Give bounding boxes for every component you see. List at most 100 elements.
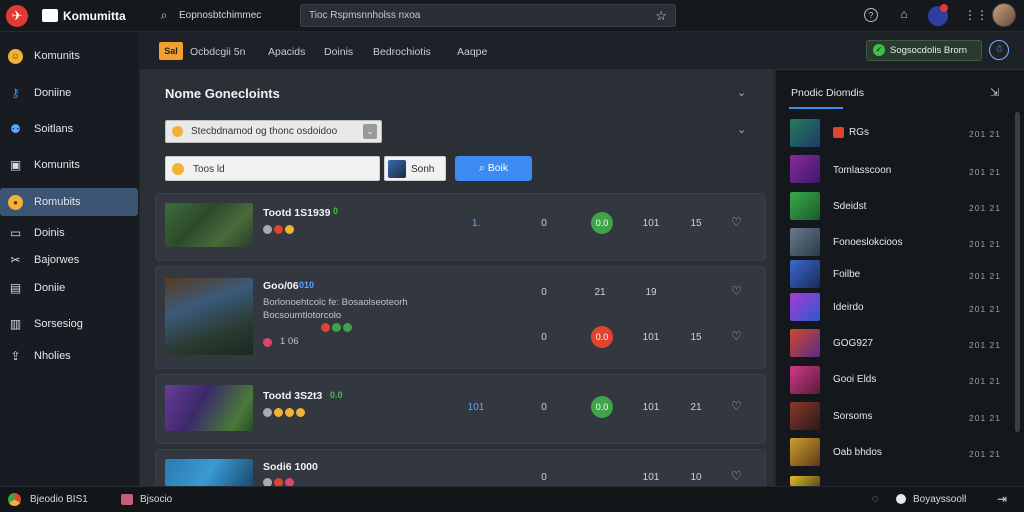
item-thumbnail <box>790 366 820 394</box>
star-icon[interactable]: ☆ <box>655 8 667 24</box>
user-circle-icon[interactable]: ☃ <box>989 40 1009 60</box>
search-icon[interactable]: ⌕ <box>157 8 171 22</box>
list-item-label[interactable]: Tomlasscoon <box>833 165 891 176</box>
search-button-label: Boik <box>487 162 509 174</box>
flag-icon <box>121 494 133 505</box>
user-avatar[interactable] <box>992 3 1016 27</box>
list-item-label[interactable]: Fonoeslokcioos <box>833 237 902 248</box>
list-item-label[interactable]: Foilbe <box>833 269 860 280</box>
name-value: Toos ld <box>193 164 225 175</box>
heart-icon[interactable]: ♡ <box>731 469 742 483</box>
tab-0[interactable]: Ocbdcgii 5n <box>190 46 245 58</box>
smile-icon: ☺ <box>8 49 23 64</box>
sidebar-item-6[interactable]: ✂ Bajorwes <box>0 246 138 274</box>
left-sidebar: ☺ Komunits ⚷ Doniine ⚉ Soitlans ▣ Komuni… <box>0 32 140 486</box>
heart-icon[interactable]: ♡ <box>731 215 742 229</box>
sidebar-item-9[interactable]: ⇪ Nholies <box>0 342 138 370</box>
sidebar-item-label: Komunits <box>34 159 80 171</box>
sidebar-item-4[interactable]: ● Romubits <box>0 188 138 216</box>
row-subtitle: Borlonoehtcolc fe: Bosaolseoteorh <box>263 297 408 308</box>
status-pill: 0.0 <box>591 396 613 418</box>
image-icon: ▤ <box>9 281 22 295</box>
tools-icon: ✂ <box>10 253 21 267</box>
profile-chip-label: Sonh <box>411 164 435 175</box>
monitor-icon: ▣ <box>9 158 22 172</box>
list-item-meta: 201 21 <box>969 340 1001 350</box>
list-item-meta: 201 21 <box>969 129 1001 139</box>
heart-icon[interactable]: ♡ <box>731 284 742 298</box>
reaction-icons <box>263 223 296 235</box>
row-col1: 1. <box>471 218 481 229</box>
book-icon: ▥ <box>9 317 22 331</box>
list-item-label[interactable]: Gooi Elds <box>833 374 876 385</box>
sidebar-item-label: Doniine <box>34 87 72 99</box>
tab-underline <box>789 107 843 109</box>
tab-4[interactable]: Aaqpe <box>457 46 487 58</box>
grid-icon[interactable]: ⋮⋮ <box>964 8 988 22</box>
list-item-label[interactable]: GOG927 <box>833 338 873 349</box>
sidebar-item-2[interactable]: ⚉ Soitlans <box>0 115 138 143</box>
section-chip[interactable]: Sal <box>159 42 183 60</box>
chevron-down-icon[interactable]: ⌄ <box>737 86 746 99</box>
tab-2[interactable]: Doinis <box>324 46 353 58</box>
sidebar-item-label: Komunits <box>34 50 80 62</box>
chevron-right-icon[interactable]: ⇥ <box>997 492 1007 506</box>
status-right: Boyayssooll <box>913 494 967 505</box>
sidebar-item-label: Romubits <box>34 196 81 208</box>
search-button[interactable]: ⌕ Boik <box>455 156 532 181</box>
sidebar-item-3[interactable]: ▣ Komunits <box>0 151 138 179</box>
sidebar-item-label: Doinis <box>34 227 65 239</box>
help-icon[interactable]: ? <box>864 8 878 22</box>
help-icon[interactable]: ◌ <box>872 493 879 505</box>
game-thumbnail <box>165 459 253 486</box>
list-item-label[interactable]: Sorsoms <box>833 411 872 422</box>
search-input[interactable]: Tioc Rspmsnnholss nxoa ☆ <box>300 4 676 27</box>
item-thumbnail <box>790 293 820 321</box>
list-item-label[interactable]: Oab bhdos <box>833 447 882 458</box>
list-item-label[interactable]: RGs <box>849 127 869 138</box>
app-logo-icon[interactable]: ✈ <box>6 5 28 27</box>
list-item-label[interactable]: Sdeidst <box>833 201 866 212</box>
list-item-label[interactable]: Ideirdo <box>833 302 864 313</box>
home-icon[interactable]: ⌂ <box>897 7 911 21</box>
tab-1[interactable]: Apacids <box>268 46 305 58</box>
sidebar-item-label: Sorsesiog <box>34 318 83 330</box>
row-badge: 0 <box>333 206 339 216</box>
row-badge: 010 <box>299 280 315 290</box>
chevron-down-icon[interactable]: ⌄ <box>737 123 746 136</box>
expand-icon[interactable]: ⇲ <box>990 86 999 99</box>
action-button[interactable]: ✓ Sogsocdolis Brorn <box>866 40 982 61</box>
item-thumbnail <box>790 228 820 256</box>
reaction-icons <box>263 336 274 348</box>
tab-right-panel[interactable]: Pnodic Diomdis <box>791 87 864 99</box>
chat-icon: ▭ <box>9 226 22 240</box>
heart-icon[interactable]: ♡ <box>731 399 742 413</box>
sidebar-item-0[interactable]: ☺ Komunits <box>0 42 138 70</box>
filter-select[interactable]: Stecbdnamod og thonc osdoidoo ⌄ <box>165 120 382 143</box>
game-thumbnail <box>165 278 253 355</box>
sidebar-item-8[interactable]: ▥ Sorsesiog <box>0 310 138 338</box>
scrollbar[interactable] <box>1015 112 1020 432</box>
row-col4: 101 <box>642 472 660 483</box>
list-item-meta: 201 21 <box>969 413 1001 423</box>
page-title: Nome Gonecloints <box>165 86 280 101</box>
heart-icon[interactable]: ♡ <box>731 329 742 343</box>
sidebar-item-5[interactable]: ▭ Doinis <box>0 219 138 247</box>
breadcrumb: Eopnosbtchimmec <box>179 10 262 21</box>
list-item-meta: 201 21 <box>969 376 1001 386</box>
list-item-meta: 201 21 <box>969 271 1001 281</box>
row-title: Goo/06 <box>263 280 299 292</box>
search-value: Tioc Rspmsnnholss nxoa <box>309 10 421 21</box>
sidebar-item-7[interactable]: ▤ Doniie <box>0 274 138 302</box>
status-pill: 0.0 <box>591 326 613 348</box>
sidebar-item-1[interactable]: ⚷ Doniine <box>0 79 138 107</box>
sidebar-item-label: Soitlans <box>34 123 74 135</box>
row-title: Tootd 1S1939 <box>263 207 331 219</box>
profile-chip[interactable]: Sonh <box>384 156 446 181</box>
dropdown-icon[interactable]: ⌄ <box>363 124 377 139</box>
tab-3[interactable]: Bedrochiotis <box>373 46 431 58</box>
browser-icon[interactable] <box>8 493 21 506</box>
row-col4: 101 <box>642 218 660 229</box>
action-button-label: Sogsocdolis Brorn <box>890 45 968 56</box>
name-input[interactable]: Toos ld <box>165 156 380 181</box>
